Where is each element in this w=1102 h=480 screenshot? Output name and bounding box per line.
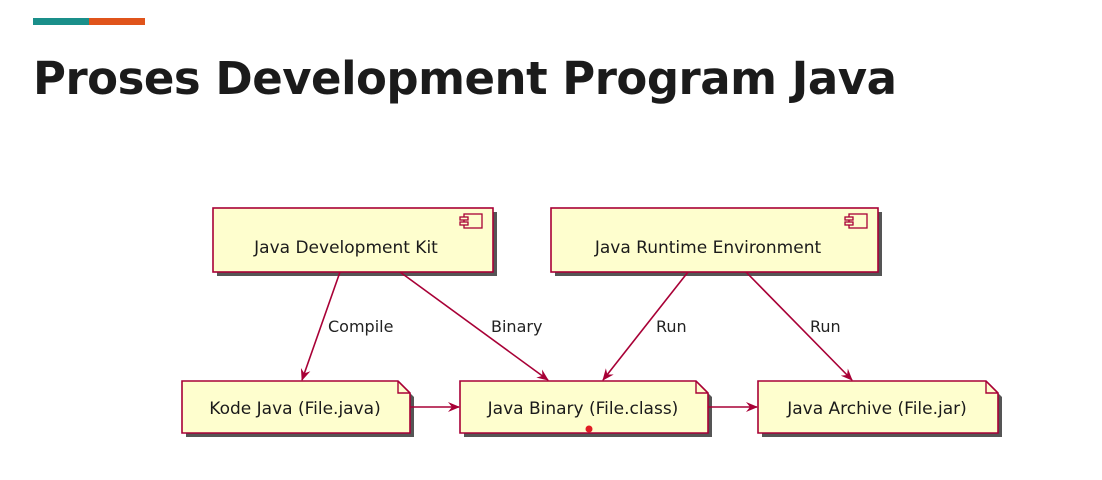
component-diagram: Java Development Kit Java Runtime Enviro… <box>181 207 1002 437</box>
component-jdk-label: Java Development Kit <box>253 238 438 258</box>
edge-label-binary: Binary <box>491 317 542 336</box>
edge-label-run-binary: Run <box>656 317 687 336</box>
component-jdk[interactable]: Java Development Kit <box>212 207 497 276</box>
artifact-java-binary-label: Java Binary (File.class) <box>487 399 679 419</box>
edge-label-compile: Compile <box>328 317 393 336</box>
artifact-kode-java[interactable]: Kode Java (File.java) <box>181 380 414 437</box>
component-jre[interactable]: Java Runtime Environment <box>550 207 882 276</box>
artifact-java-archive-label: Java Archive (File.jar) <box>786 399 967 419</box>
artifact-java-binary[interactable]: Java Binary (File.class) <box>459 380 712 437</box>
artifact-kode-java-label: Kode Java (File.java) <box>209 399 380 419</box>
component-jre-label: Java Runtime Environment <box>594 238 822 258</box>
edge-label-run-archive: Run <box>810 317 841 336</box>
cursor-dot <box>585 425 593 433</box>
artifact-java-archive[interactable]: Java Archive (File.jar) <box>757 380 1002 437</box>
